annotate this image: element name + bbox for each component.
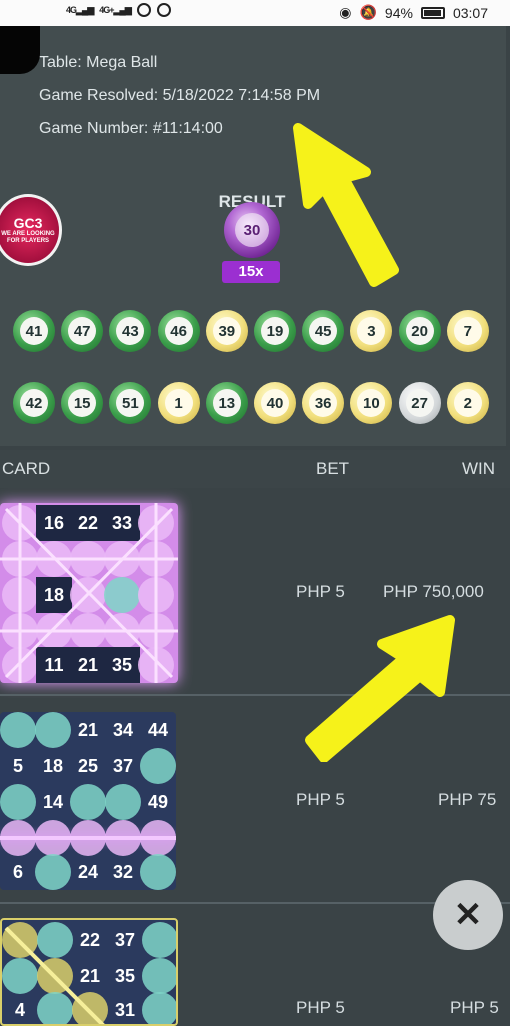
card-cell: 21	[77, 719, 99, 740]
header-win: WIN	[462, 459, 496, 478]
card-cell-marked	[35, 854, 71, 890]
mute-icon: 🔕	[359, 4, 377, 20]
card-cell-marked	[35, 712, 71, 748]
drawn-ball-number: 46	[164, 317, 193, 345]
drawn-ball-number: 13	[212, 389, 241, 417]
drawn-ball: 7	[446, 310, 489, 352]
eye-icon: ◉	[339, 4, 352, 20]
drawn-ball-number: 47	[68, 317, 97, 345]
battery-icon	[420, 6, 445, 19]
card-cell-marked	[105, 784, 141, 820]
header-card: CARD	[2, 459, 51, 478]
drawn-ball: 40	[254, 382, 296, 424]
battery-label: 94%	[384, 4, 413, 21]
drawn-ball: 47	[61, 310, 104, 352]
gc3-title: GC3	[13, 215, 43, 231]
card-cell: 24	[77, 861, 99, 882]
messenger-icon	[156, 3, 171, 17]
game-resolved: Game Resolved: 5/18/2022 7:14:58 PM	[39, 87, 321, 104]
drawn-ball-number: 40	[261, 389, 289, 417]
row-2-bet: PHP 5	[296, 790, 345, 809]
drawn-ball-number: 3	[357, 317, 386, 345]
status-bar: 4G▂▄▆ 4G+▂▄▆ ◉ 🔕 94% 03:07	[0, 0, 510, 26]
drawn-ball-number: 41	[20, 317, 48, 345]
card-cell: 14	[42, 791, 64, 812]
card-cell-marked	[140, 748, 176, 784]
signal-icon: 4G▂▄▆	[66, 4, 94, 15]
gc3-text: WE ARE LOOKING FOR PLAYERS	[1, 231, 55, 244]
drawn-ball: 46	[157, 310, 200, 352]
win-pattern-lines	[4, 926, 105, 1024]
clock: 03:07	[452, 4, 488, 21]
table-header: CARD BET WIN	[0, 450, 510, 488]
row-3-bet: PHP 5	[296, 998, 345, 1017]
drawn-ball: 39	[205, 310, 248, 352]
game-number: Game Number: #11:14:00	[39, 120, 223, 137]
row-1-win: PHP 750,000	[383, 582, 484, 601]
drawn-ball: 41	[13, 310, 55, 352]
sync-icon	[136, 3, 151, 17]
card-cell: 44	[147, 719, 169, 740]
mega-multiplier: 15x	[222, 261, 280, 283]
drawn-ball: 27	[398, 382, 441, 424]
row-3-win: PHP 5	[450, 998, 499, 1017]
win-pattern-lines	[0, 503, 178, 683]
corner-cutout	[0, 26, 40, 74]
drawn-ball-number: 51	[116, 389, 145, 417]
close-icon: ✕	[453, 896, 483, 934]
drawn-ball: 36	[302, 382, 345, 424]
drawn-ball: 15	[61, 382, 104, 424]
card-cell-marked	[0, 712, 36, 748]
win-line	[0, 836, 176, 840]
card-cell: 34	[112, 719, 134, 740]
card-cell: 25	[77, 755, 99, 776]
bingo-card-3[interactable]: 22 37 21 35 4 31	[0, 918, 178, 1026]
drawn-ball-number: 39	[212, 317, 241, 345]
drawn-ball-number: 36	[309, 389, 338, 417]
row-1-bet: PHP 5	[296, 582, 345, 601]
mega-ball-number: 30	[235, 213, 269, 247]
drawn-ball: 45	[302, 310, 345, 352]
drawn-ball-number: 1	[164, 389, 193, 417]
drawn-ball-number: 42	[20, 389, 48, 417]
drawn-ball: 42	[13, 382, 55, 424]
card-cell: 32	[112, 861, 134, 882]
card-cell: 5	[12, 755, 23, 776]
drawn-ball-number: 27	[405, 389, 434, 417]
card-cell-marked	[70, 784, 106, 820]
mega-ball: 30	[224, 202, 280, 258]
drawn-ball: 2	[446, 382, 489, 424]
drawn-ball: 13	[205, 382, 248, 424]
table-name: Table: Mega Ball	[39, 54, 158, 71]
drawn-ball-number: 15	[68, 389, 97, 417]
bingo-card-1[interactable]: 16 22 33 18 11 21 35	[0, 503, 178, 683]
card-cell: 6	[12, 861, 23, 882]
arrow-annotation-top	[293, 123, 399, 287]
row-divider	[0, 902, 510, 904]
card-cell-marked	[140, 854, 176, 890]
bingo-card-2[interactable]: 21 34 44 5 18 25 37 14 49 6 24 32	[0, 712, 176, 890]
arrow-annotation-bottom	[305, 615, 455, 762]
drawn-ball-number: 2	[453, 389, 482, 417]
drawn-ball-number: 19	[261, 317, 289, 345]
signal-icon-2: 4G+▂▄▆	[99, 4, 131, 15]
drawn-ball: 19	[254, 310, 296, 352]
drawn-ball-number: 43	[116, 317, 145, 345]
drawn-ball-number: 20	[405, 317, 434, 345]
card-cell: 37	[112, 755, 134, 776]
close-button[interactable]: ✕	[433, 880, 503, 950]
card-cell: 49	[147, 791, 169, 812]
drawn-ball-number: 45	[309, 317, 338, 345]
drawn-ball-number: 10	[357, 389, 386, 417]
drawn-ball: 20	[398, 310, 441, 352]
row-2-win: PHP 75	[438, 790, 497, 809]
drawn-ball: 1	[157, 382, 200, 424]
card-cell: 18	[42, 755, 64, 776]
drawn-ball-number: 7	[453, 317, 482, 345]
header-bet: BET	[316, 459, 350, 478]
card-cell-marked	[0, 784, 36, 820]
